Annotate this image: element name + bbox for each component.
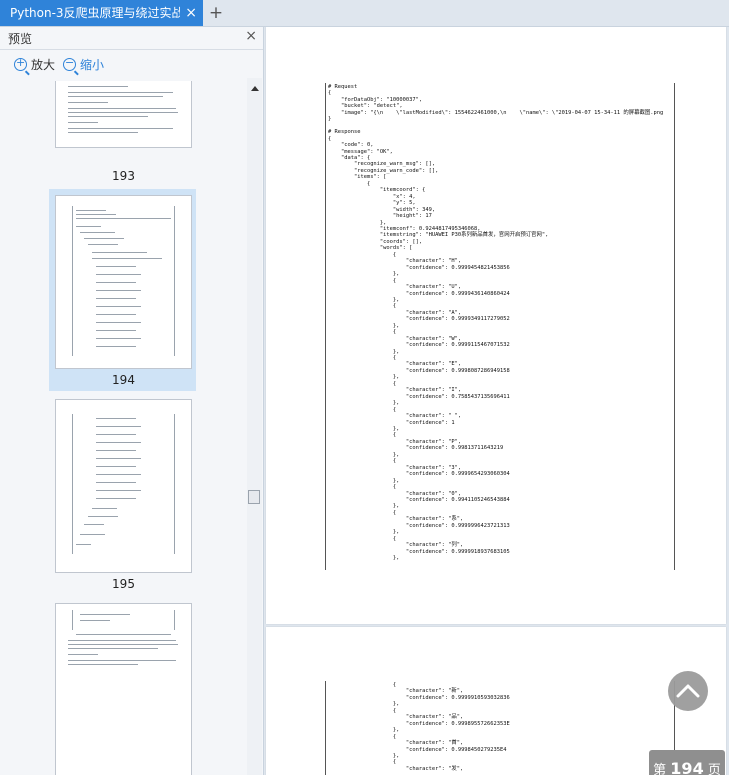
page-thumbnail-193[interactable] bbox=[55, 81, 192, 148]
new-tab-button[interactable]: + bbox=[207, 0, 225, 26]
document-tab[interactable]: Python-3反爬虫原理与绕过实战 × bbox=[0, 0, 203, 26]
page-thumbnail-196[interactable] bbox=[55, 603, 192, 775]
zoom-out-label: 缩小 bbox=[80, 58, 105, 72]
code-block: # Request { "forDataObj": "10000037", "b… bbox=[325, 83, 675, 570]
page-number-badge: 第 194 页 bbox=[649, 750, 725, 775]
chevron-up-icon bbox=[676, 684, 700, 698]
thumbnail-list: 193 194 195 bbox=[0, 81, 247, 775]
page-thumbnail-195[interactable] bbox=[55, 399, 192, 573]
sidebar-scrollbar[interactable] bbox=[247, 78, 262, 775]
zoom-toolbar: + 放大 − 缩小 bbox=[0, 50, 263, 78]
page-badge-suffix: 页 bbox=[707, 763, 721, 775]
code-text: # Request { "forDataObj": "10000037", "b… bbox=[328, 84, 664, 562]
zoom-in-button[interactable]: + 放大 bbox=[14, 56, 55, 73]
document-page: # Request { "forDataObj": "10000037", "b… bbox=[266, 27, 726, 624]
zoom-in-icon: + bbox=[14, 56, 27, 71]
code-block-next: { "character": "新", "confidence": 0.9999… bbox=[325, 681, 675, 775]
zoom-out-icon: − bbox=[63, 56, 76, 71]
page-badge-prefix: 第 bbox=[653, 763, 667, 775]
preview-sidebar: 预览 × + 放大 − 缩小 193 194 195 bbox=[0, 27, 264, 775]
page-badge-number: 194 bbox=[670, 759, 704, 775]
document-tab-title: Python-3反爬虫原理与绕过实战 bbox=[10, 6, 180, 20]
back-to-top-button[interactable] bbox=[668, 671, 708, 711]
zoom-in-label: 放大 bbox=[31, 58, 56, 72]
code-text-next: { "character": "新", "confidence": 0.9999… bbox=[392, 682, 510, 772]
scrollbar-thumb[interactable] bbox=[248, 490, 260, 504]
page-thumbnail-194[interactable] bbox=[55, 195, 192, 369]
document-view[interactable]: # Request { "forDataObj": "10000037", "b… bbox=[264, 27, 729, 775]
sidebar-close-icon[interactable]: × bbox=[245, 28, 257, 44]
scroll-up-arrow-icon[interactable] bbox=[251, 86, 259, 91]
thumbnail-page-number: 193 bbox=[112, 169, 135, 183]
zoom-out-button[interactable]: − 缩小 bbox=[63, 56, 104, 73]
close-tab-icon[interactable]: × bbox=[185, 0, 197, 26]
thumbnail-page-number: 195 bbox=[112, 577, 135, 591]
sidebar-title: 预览 bbox=[8, 32, 33, 46]
thumbnail-page-number: 194 bbox=[112, 373, 135, 387]
tab-bar: Python-3反爬虫原理与绕过实战 × + bbox=[0, 0, 729, 27]
sidebar-header: 预览 × bbox=[0, 27, 263, 50]
